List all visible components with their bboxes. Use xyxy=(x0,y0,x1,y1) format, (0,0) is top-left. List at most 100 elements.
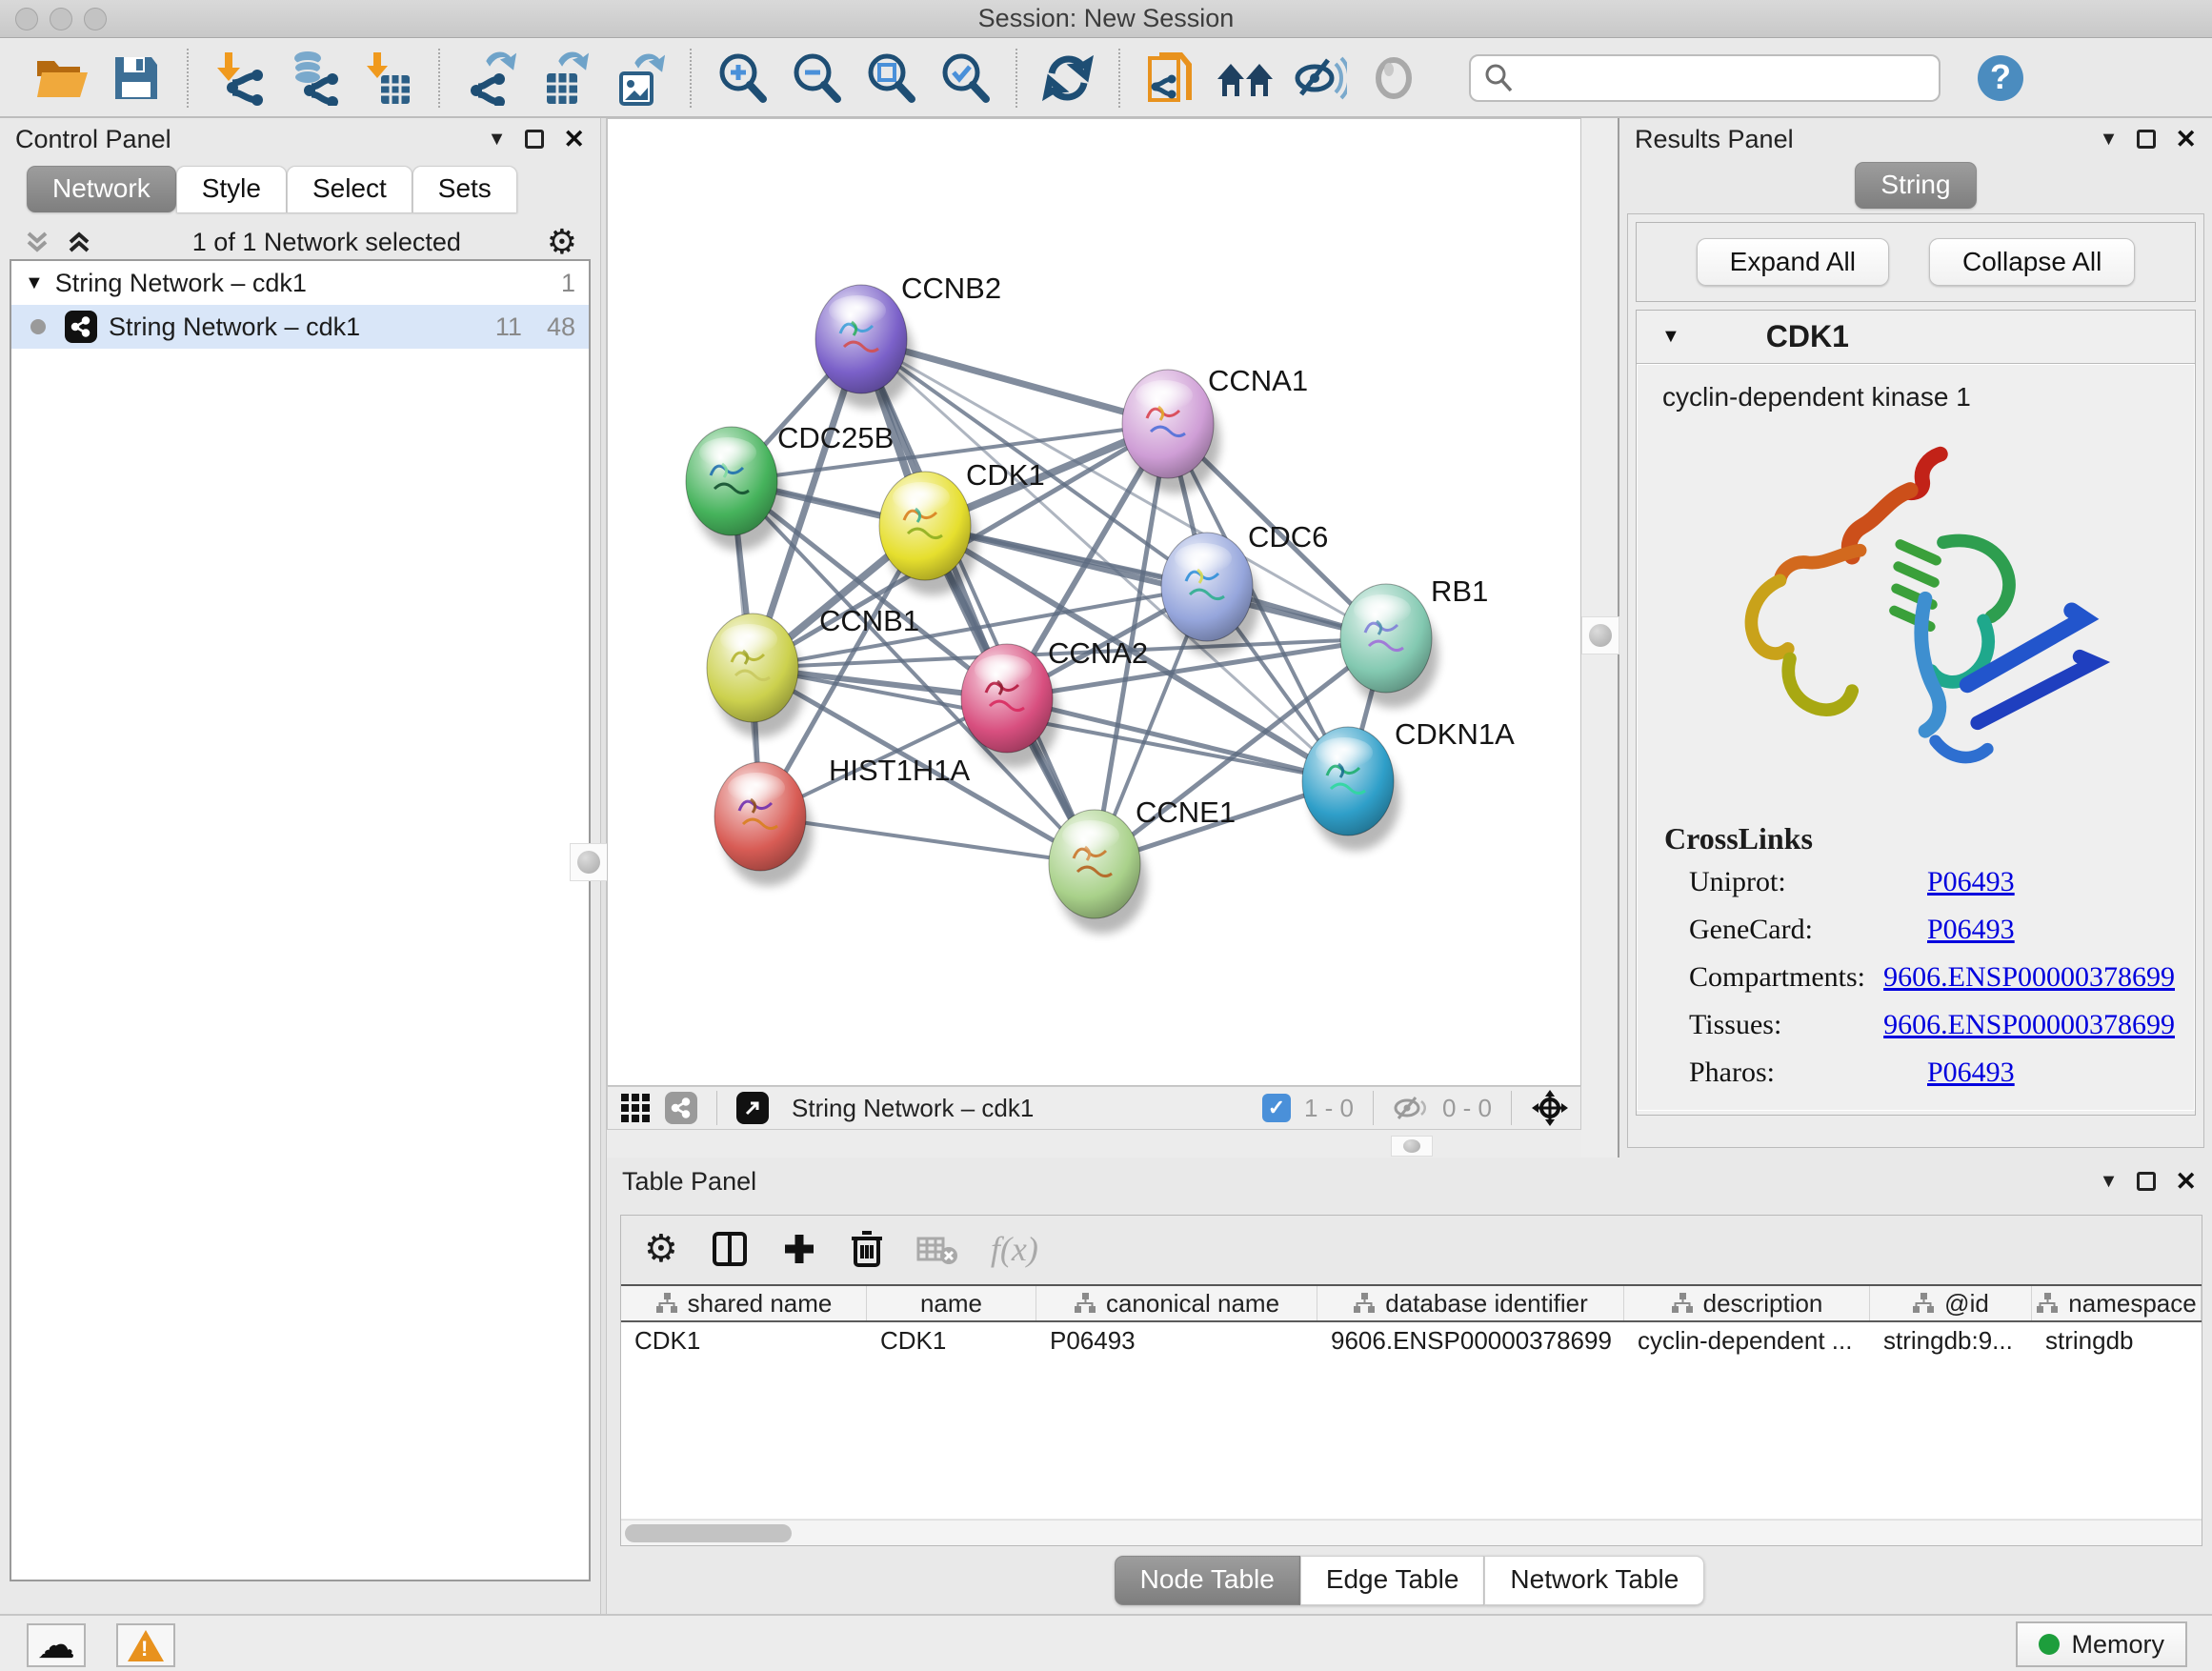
hide-panel-button[interactable] xyxy=(1282,45,1357,111)
import-network-from-file-button[interactable] xyxy=(202,45,276,111)
node-CDKN1A[interactable] xyxy=(1302,727,1400,851)
column-header-database-identifier[interactable]: database identifier xyxy=(1317,1286,1624,1320)
panel-menu-icon[interactable]: ▼ xyxy=(488,129,507,151)
node-CCNE1[interactable] xyxy=(1049,810,1147,934)
zoom-fit-button[interactable] xyxy=(854,45,928,111)
crosslink-link[interactable]: 9606.ENSP00000378699 xyxy=(1883,1009,2175,1041)
float-panel-icon[interactable] xyxy=(2137,130,2156,149)
show-columns-icon[interactable] xyxy=(711,1230,749,1268)
network-badge-icon[interactable] xyxy=(665,1092,697,1124)
memory-button[interactable]: Memory xyxy=(2016,1621,2187,1667)
export-table-button[interactable] xyxy=(528,45,602,111)
network-collection-row[interactable]: ▼ String Network – cdk1 1 xyxy=(11,261,589,305)
share-document-button[interactable] xyxy=(1134,45,1208,111)
network-graph[interactable]: CCNB2CCNA1CDC25BCDK1CDC6RB1CCNB1CCNA2CDK… xyxy=(608,119,1580,1085)
tab-network-table[interactable]: Network Table xyxy=(1484,1556,1704,1605)
node-CCNB2[interactable] xyxy=(815,285,914,409)
table-cell[interactable]: CDK1 xyxy=(621,1322,867,1362)
close-panel-icon[interactable]: ✕ xyxy=(563,125,585,154)
table-horizontal-scrollbar[interactable] xyxy=(621,1520,2202,1545)
pan-move-icon[interactable] xyxy=(1531,1089,1569,1127)
table-cell[interactable]: P06493 xyxy=(1036,1322,1317,1362)
crosslink-link[interactable]: 9606.ENSP00000378699 xyxy=(1883,961,2175,994)
section-expander-icon[interactable]: ▼ xyxy=(1661,326,1680,348)
column-header-description[interactable]: description xyxy=(1624,1286,1870,1320)
crosslink-link[interactable]: P06493 xyxy=(1927,1057,2015,1089)
table-options-gear-icon[interactable]: ⚙ xyxy=(644,1227,678,1271)
warnings-button[interactable]: ! xyxy=(116,1623,175,1667)
bottom-splitter-handle[interactable] xyxy=(1391,1136,1433,1157)
table-cell[interactable]: CDK1 xyxy=(867,1322,1036,1362)
collapse-all-button[interactable]: Collapse All xyxy=(1929,238,2135,286)
crosslink-link[interactable]: P06493 xyxy=(1927,866,2015,898)
selected-nodes-checkbox[interactable]: ✓ xyxy=(1262,1094,1291,1122)
column-header-canonical-name[interactable]: canonical name xyxy=(1036,1286,1317,1320)
scrollbar-thumb[interactable] xyxy=(625,1524,792,1542)
zoom-out-button[interactable] xyxy=(779,45,854,111)
network-options-gear-icon[interactable]: ⚙ xyxy=(547,222,577,262)
float-panel-icon[interactable] xyxy=(2137,1172,2156,1191)
tab-edge-table[interactable]: Edge Table xyxy=(1300,1556,1485,1605)
zoom-selected-button[interactable] xyxy=(928,45,1002,111)
show-panel-button[interactable] xyxy=(1357,45,1431,111)
help-button[interactable]: ? xyxy=(1963,45,2038,111)
save-session-button[interactable] xyxy=(99,45,173,111)
function-builder-icon[interactable]: f(x) xyxy=(991,1229,1038,1269)
panel-menu-icon[interactable]: ▼ xyxy=(2100,129,2119,151)
panel-menu-icon[interactable]: ▼ xyxy=(2100,1171,2119,1193)
tab-sets[interactable]: Sets xyxy=(412,166,517,212)
node-table[interactable]: shared namenamecanonical namedatabase id… xyxy=(621,1284,2202,1519)
tab-style[interactable]: Style xyxy=(176,166,287,212)
network-row[interactable]: String Network – cdk1 11 48 xyxy=(11,305,589,349)
refresh-button[interactable] xyxy=(1031,45,1105,111)
eye-icon xyxy=(1370,54,1418,102)
node-CDC6[interactable] xyxy=(1161,533,1259,656)
left-splitter-handle[interactable] xyxy=(570,843,608,881)
import-network-from-database-button[interactable] xyxy=(276,45,351,111)
zoom-in-button[interactable] xyxy=(705,45,779,111)
node-RB1[interactable] xyxy=(1340,584,1438,708)
tab-select[interactable]: Select xyxy=(287,166,412,212)
table-cell[interactable]: stringdb:9... xyxy=(1870,1322,2032,1362)
export-network-button[interactable] xyxy=(453,45,528,111)
birdseye-grid-icon[interactable] xyxy=(619,1092,652,1124)
crosslink-link[interactable]: P06493 xyxy=(1927,914,2015,946)
search-field[interactable] xyxy=(1469,54,1941,102)
column-header-namespace[interactable]: namespace xyxy=(2032,1286,2202,1320)
hidden-eye-icon[interactable] xyxy=(1393,1094,1429,1122)
delete-trash-icon[interactable] xyxy=(850,1229,884,1269)
close-panel-icon[interactable]: ✕ xyxy=(2175,125,2197,154)
expand-all-icon[interactable] xyxy=(65,228,93,256)
export-image-button[interactable] xyxy=(602,45,676,111)
tab-node-table[interactable]: Node Table xyxy=(1115,1556,1300,1605)
tab-string[interactable]: String xyxy=(1855,162,1976,209)
table-cell[interactable]: stringdb xyxy=(2032,1322,2202,1362)
expand-all-button[interactable]: Expand All xyxy=(1697,238,1889,286)
protein-section-header[interactable]: ▼ CDK1 xyxy=(1637,311,2195,364)
table-cell[interactable]: 9606.ENSP00000378699 xyxy=(1317,1322,1624,1362)
close-panel-icon[interactable]: ✕ xyxy=(2175,1167,2197,1197)
cloud-status-button[interactable]: ☁ xyxy=(27,1623,86,1667)
collection-expander-icon[interactable]: ▼ xyxy=(25,272,44,294)
column-header-shared-name[interactable]: shared name xyxy=(621,1286,867,1320)
open-session-button[interactable] xyxy=(25,45,99,111)
float-panel-icon[interactable] xyxy=(525,130,544,149)
column-header-name[interactable]: name xyxy=(867,1286,1036,1320)
delete-table-icon[interactable] xyxy=(916,1233,958,1265)
crosslink-row: Uniprot:P06493 xyxy=(1689,866,2175,898)
add-column-icon[interactable] xyxy=(781,1231,817,1267)
import-table-from-file-button[interactable] xyxy=(351,45,425,111)
open-in-window-icon[interactable] xyxy=(736,1092,769,1124)
node-CCNA2[interactable] xyxy=(961,644,1059,768)
collapse-all-icon[interactable] xyxy=(23,228,51,256)
search-input[interactable] xyxy=(1515,63,1915,92)
right-splitter-handle[interactable] xyxy=(1581,616,1619,654)
column-header--id[interactable]: @id xyxy=(1870,1286,2032,1320)
network-canvas[interactable]: CCNB2CCNA1CDC25BCDK1CDC6RB1CCNB1CCNA2CDK… xyxy=(607,118,1581,1086)
node-CDC25B[interactable] xyxy=(686,427,784,551)
tab-network[interactable]: Network xyxy=(27,166,176,212)
string-home-button[interactable] xyxy=(1208,45,1282,111)
node-HIST1H1A[interactable] xyxy=(714,762,813,886)
table-row[interactable]: CDK1CDK1P064939606.ENSP00000378699cyclin… xyxy=(621,1322,2202,1362)
table-cell[interactable]: cyclin-dependent ... xyxy=(1624,1322,1870,1362)
